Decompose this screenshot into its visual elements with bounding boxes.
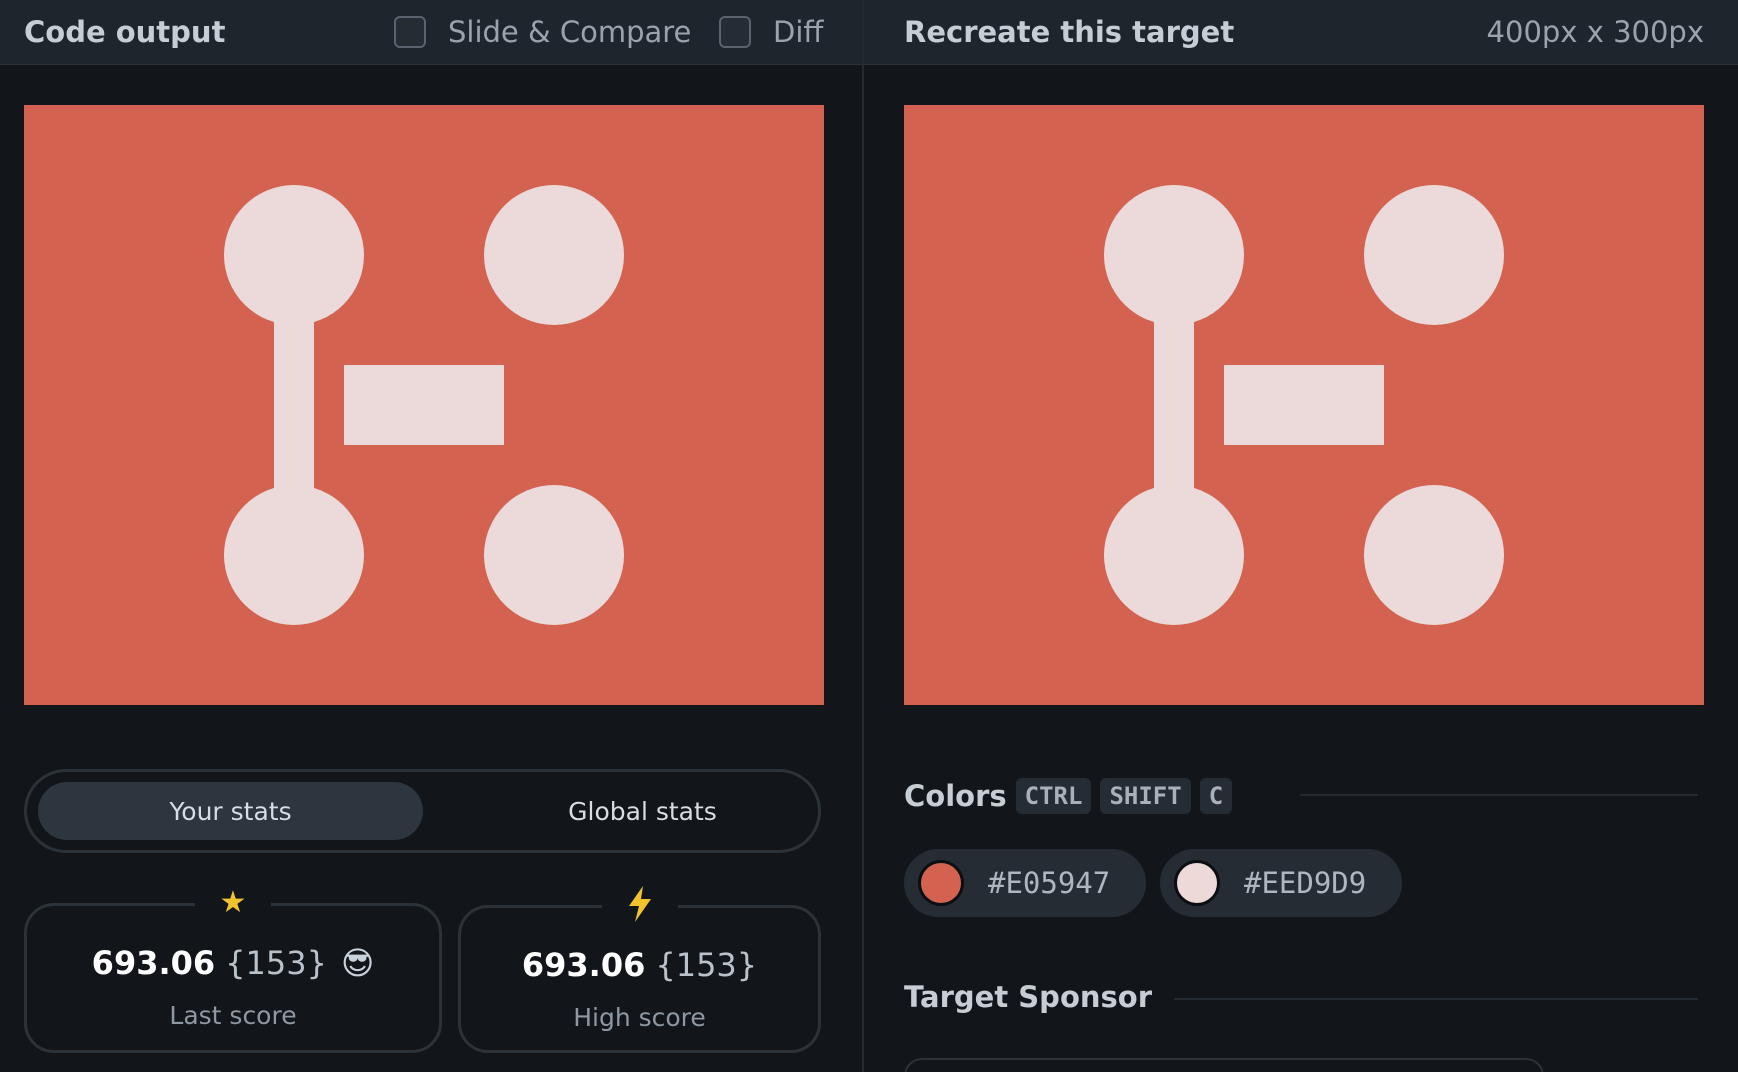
- last-score-value: 693.06 {153} 😎: [27, 944, 439, 982]
- diff-toggle[interactable]: Diff: [719, 15, 823, 49]
- shortcut-key-ctrl: CTRL: [1015, 778, 1092, 814]
- shortcut-key-c: C: [1199, 778, 1233, 814]
- color-hex-secondary: #EED9D9: [1244, 866, 1367, 900]
- top-left-circle-shape: [224, 185, 364, 325]
- stats-toggle: Your stats Global stats: [24, 769, 821, 853]
- shortcut-key-shift: SHIFT: [1100, 778, 1191, 814]
- sponsor-section-header: Target Sponsor: [904, 980, 1152, 1014]
- target-top-right-circle-shape: [1364, 185, 1504, 325]
- last-score-count: {153}: [225, 944, 327, 982]
- target-pane: Recreate this target 400px x 300px Color…: [864, 0, 1738, 1072]
- star-icon: ★: [195, 882, 271, 922]
- slide-compare-checkbox[interactable]: [394, 16, 426, 48]
- target-center-rectangle-shape: [1224, 365, 1384, 445]
- center-rectangle-shape: [344, 365, 504, 445]
- color-swatch-primary: [918, 860, 964, 906]
- target-drawing: [904, 105, 1704, 705]
- vertical-bar-shape: [274, 305, 314, 505]
- bottom-right-circle-shape: [484, 485, 624, 625]
- color-swatch-secondary: [1174, 860, 1220, 906]
- last-score-label: Last score: [169, 1001, 297, 1030]
- target-title: Recreate this target: [904, 15, 1235, 49]
- high-score-value: 693.06 {153}: [461, 946, 818, 984]
- slide-compare-label: Slide & Compare: [448, 15, 692, 49]
- code-output-drawing: [24, 105, 824, 705]
- sponsor-card[interactable]: [904, 1058, 1544, 1072]
- color-hex-primary: #E05947: [988, 866, 1111, 900]
- last-score-number: 693.06: [91, 944, 216, 982]
- global-stats-tab[interactable]: Global stats: [450, 782, 835, 840]
- top-right-circle-shape: [484, 185, 624, 325]
- code-output-pane: Code output Slide & Compare Diff Your st…: [0, 0, 862, 1072]
- target-bottom-right-circle-shape: [1364, 485, 1504, 625]
- sponsor-title: Target Sponsor: [904, 980, 1153, 1014]
- last-score-card: ★ 693.06 {153} 😎 Last score: [24, 882, 442, 1053]
- diff-label: Diff: [773, 15, 824, 49]
- target-vertical-bar-shape: [1154, 305, 1194, 505]
- lightning-icon: [601, 884, 678, 924]
- sunglasses-emoji-icon: 😎: [340, 944, 375, 982]
- your-stats-tab[interactable]: Your stats: [38, 782, 423, 840]
- high-score-count: {153}: [655, 946, 758, 984]
- code-output-title: Code output: [24, 15, 226, 49]
- slide-compare-toggle[interactable]: Slide & Compare: [394, 15, 691, 49]
- target-header: Recreate this target 400px x 300px: [864, 0, 1738, 65]
- color-chip-secondary[interactable]: #EED9D9: [1160, 849, 1402, 917]
- code-output-canvas[interactable]: [24, 105, 824, 705]
- target-canvas: [904, 105, 1704, 705]
- color-chip-primary[interactable]: #E05947: [904, 849, 1146, 917]
- high-score-card: 693.06 {153} High score: [458, 884, 821, 1053]
- high-score-number: 693.06: [521, 946, 646, 984]
- bottom-left-circle-shape: [224, 485, 364, 625]
- high-score-label: High score: [573, 1003, 706, 1032]
- colors-title: Colors: [904, 779, 1007, 813]
- colors-section-header: Colors CTRL SHIFT C: [904, 778, 1233, 814]
- target-top-left-circle-shape: [1104, 185, 1244, 325]
- target-size-label: 400px x 300px: [1486, 15, 1704, 49]
- target-bottom-left-circle-shape: [1104, 485, 1244, 625]
- code-output-header: Code output Slide & Compare Diff: [0, 0, 862, 65]
- diff-checkbox[interactable]: [719, 16, 751, 48]
